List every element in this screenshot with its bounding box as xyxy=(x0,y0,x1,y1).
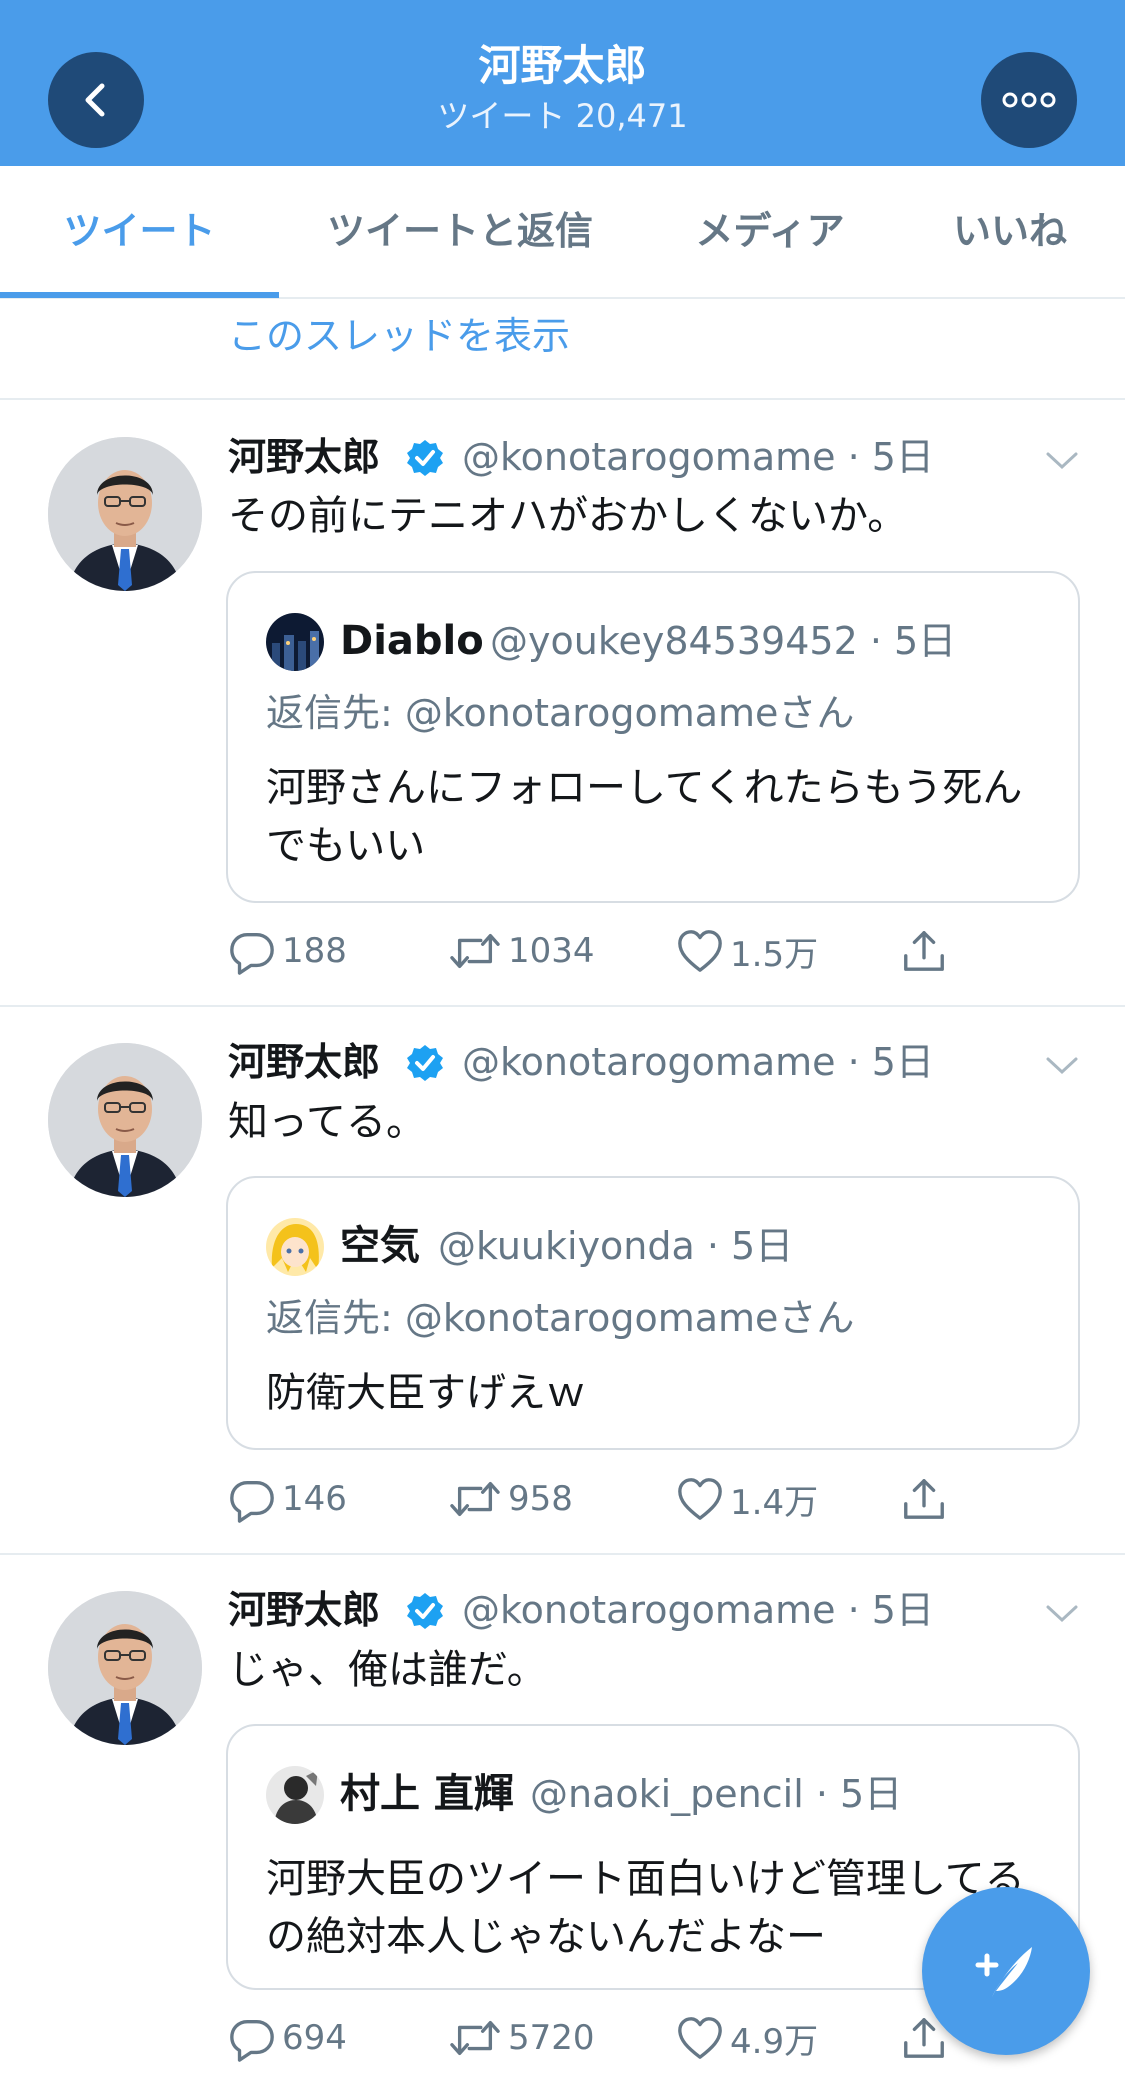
reply-count: 188 xyxy=(282,931,347,971)
heart-icon xyxy=(676,2014,724,2062)
quoted-author-handle: @kuukiyonda · 5日 xyxy=(438,1224,794,1268)
author-handle: @konotarogomame · 5日 xyxy=(462,435,934,479)
retweet-button[interactable]: 5720 xyxy=(448,2010,595,2066)
like-count: 1.4万 xyxy=(730,1482,819,1523)
tweet-text: 知ってる。 xyxy=(228,1099,426,1145)
reply-button[interactable]: 188 xyxy=(228,923,347,979)
like-count: 4.9万 xyxy=(730,2021,819,2062)
share-icon xyxy=(900,1475,948,1523)
quoted-author-handle: @youkey84539452 · 5日 xyxy=(490,619,957,663)
reply-count: 694 xyxy=(282,2018,347,2058)
divider xyxy=(0,1005,1125,1007)
retweet-icon xyxy=(448,1475,502,1523)
compose-tweet-icon xyxy=(975,1947,1032,1997)
verified-badge-icon xyxy=(405,438,445,478)
retweet-button[interactable]: 1034 xyxy=(448,923,595,979)
tweet-actions: 146 958 1.4万 xyxy=(228,1471,1028,1527)
share-button[interactable] xyxy=(900,923,948,979)
avatar[interactable] xyxy=(48,1043,202,1197)
like-button[interactable]: 4.9万 xyxy=(676,2010,818,2066)
more-dots-icon xyxy=(1002,92,1056,108)
heart-icon xyxy=(676,927,724,975)
like-button[interactable]: 1.5万 xyxy=(676,923,818,979)
tweet-actions: 188 1034 1.5万 xyxy=(228,923,1028,979)
reply-icon xyxy=(228,2014,276,2062)
retweet-icon xyxy=(448,927,502,975)
reply-button[interactable]: 146 xyxy=(228,1471,347,1527)
active-tab-indicator xyxy=(0,292,279,298)
profile-tabs: ツイート ツイートと返信 メディア いいね xyxy=(0,166,1125,299)
tweet-text: じゃ、俺は誰だ。 xyxy=(228,1647,547,1693)
quoted-text: 防衛大臣すげえｗ xyxy=(266,1370,586,1416)
like-button[interactable]: 1.4万 xyxy=(676,1471,818,1527)
quoted-avatar xyxy=(266,1218,324,1276)
tweet-actions: 694 5720 4.9万 xyxy=(228,2010,1028,2066)
verified-badge-icon xyxy=(405,1591,445,1631)
quoted-author-name: Diablo xyxy=(340,618,484,664)
chevron-down-icon[interactable] xyxy=(1044,1053,1080,1077)
chevron-down-icon[interactable] xyxy=(1044,448,1080,472)
reply-to-label: 返信先: @konotarogomameさん xyxy=(266,691,855,735)
retweet-count: 5720 xyxy=(508,2018,595,2058)
quoted-avatar xyxy=(266,1766,324,1824)
tab-media[interactable]: メディア xyxy=(660,166,880,297)
author-name[interactable]: 河野太郎 xyxy=(228,1585,380,1635)
retweet-button[interactable]: 958 xyxy=(448,1471,573,1527)
tab-tweets-and-replies[interactable]: ツイートと返信 xyxy=(290,166,630,297)
reply-to-label: 返信先: @konotarogomameさん xyxy=(266,1296,855,1340)
compose-tweet-button[interactable] xyxy=(922,1887,1090,2055)
quoted-author-name: 空気 xyxy=(340,1223,420,1269)
quoted-author-name: 村上 直輝 xyxy=(340,1771,514,1817)
avatar[interactable] xyxy=(48,1591,202,1745)
quoted-avatar xyxy=(266,613,324,671)
chevron-down-icon[interactable] xyxy=(1044,1601,1080,1625)
more-button[interactable] xyxy=(981,52,1077,148)
profile-header: 河野太郎 ツイート 20,471 xyxy=(0,0,1125,166)
author-name[interactable]: 河野太郎 xyxy=(228,1037,380,1087)
author-name[interactable]: 河野太郎 xyxy=(228,432,380,482)
verified-badge-icon xyxy=(405,1043,445,1083)
share-icon xyxy=(900,927,948,975)
heart-icon xyxy=(676,1475,724,1523)
profile-name-title: 河野太郎 xyxy=(478,41,647,90)
retweet-icon xyxy=(448,2014,502,2062)
divider xyxy=(0,398,1125,400)
like-count: 1.5万 xyxy=(730,934,819,975)
reply-icon xyxy=(228,927,276,975)
tweet-text: その前にテニオハがおかしくないか。 xyxy=(228,493,908,539)
quoted-text: 河野さんにフォローしてくれたらもう死んでもいい xyxy=(266,765,1023,869)
author-handle: @konotarogomame · 5日 xyxy=(462,1588,934,1632)
quoted-tweet[interactable]: Diablo @youkey84539452 · 5日 返信先: @konota… xyxy=(226,571,1080,903)
tweet-count: ツイート 20,471 xyxy=(437,97,688,135)
retweet-count: 1034 xyxy=(508,931,595,971)
show-thread-link[interactable]: このスレッドを表示 xyxy=(228,308,570,364)
tab-tweets[interactable]: ツイート xyxy=(0,166,279,297)
author-handle: @konotarogomame · 5日 xyxy=(462,1040,934,1084)
share-button[interactable] xyxy=(900,1471,948,1527)
divider xyxy=(0,1553,1125,1555)
reply-count: 146 xyxy=(282,1479,347,1519)
retweet-count: 958 xyxy=(508,1479,573,1519)
quoted-author-handle: @naoki_pencil · 5日 xyxy=(530,1772,903,1816)
tab-likes[interactable]: いいね xyxy=(920,166,1100,297)
reply-button[interactable]: 694 xyxy=(228,2010,347,2066)
quoted-tweet[interactable]: 空気 @kuukiyonda · 5日 返信先: @konotarogomame… xyxy=(226,1176,1080,1450)
avatar[interactable] xyxy=(48,437,202,591)
reply-icon xyxy=(228,1475,276,1523)
